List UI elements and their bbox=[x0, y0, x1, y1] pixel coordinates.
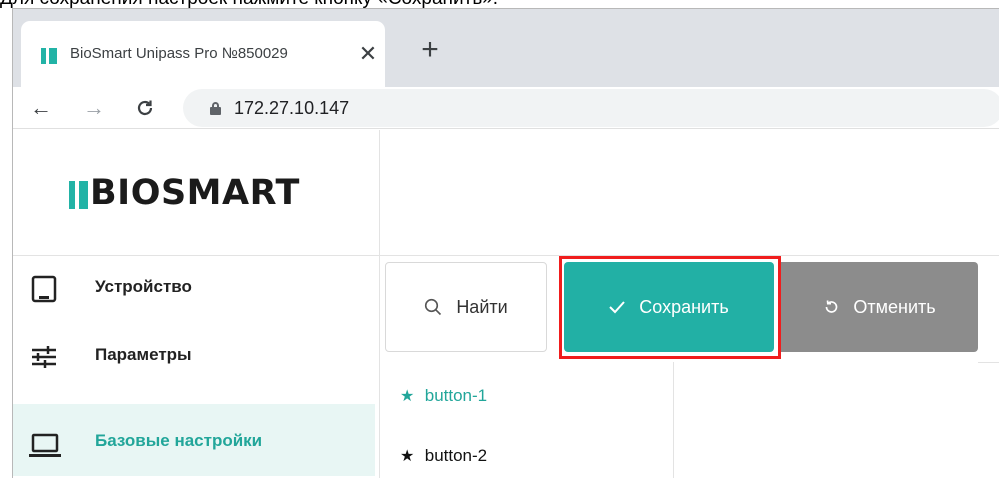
sidebar-item-label: Параметры bbox=[95, 345, 192, 364]
tree-item-label: button-2 bbox=[424, 446, 488, 465]
forward-arrow-icon[interactable]: → bbox=[78, 92, 110, 124]
sidebar-item-device[interactable]: Устройство bbox=[13, 256, 375, 320]
sidebar: BIOSMART Устройство Параметры Базовые на… bbox=[13, 130, 380, 478]
settings-tree: ★ button-1 ★ button-2 bbox=[380, 362, 674, 478]
new-tab-button[interactable]: + bbox=[413, 35, 447, 69]
search-button[interactable]: Найти bbox=[385, 262, 547, 352]
tab-title: BioSmart Unipass Pro №850029 bbox=[70, 45, 288, 62]
sidebar-item-parameters[interactable]: Параметры bbox=[13, 324, 375, 388]
star-icon: ★ bbox=[400, 448, 415, 465]
content-divider bbox=[978, 362, 999, 363]
undo-icon bbox=[823, 299, 839, 315]
sidebar-item-base-settings[interactable]: Базовые настройки bbox=[13, 404, 375, 476]
star-icon: ★ bbox=[400, 388, 415, 405]
biosmart-favicon-icon bbox=[41, 48, 57, 64]
reload-icon[interactable] bbox=[129, 92, 161, 124]
browser-window: BioSmart Unipass Pro №850029 ✕ + ← → 172… bbox=[12, 8, 999, 478]
tablet-icon bbox=[29, 274, 57, 303]
sidebar-item-label: Базовые настройки bbox=[95, 431, 263, 450]
sidebar-item-label: Устройство bbox=[95, 277, 192, 296]
app-page: BIOSMART Устройство Параметры Базовые на… bbox=[13, 130, 999, 478]
browser-toolbar: ← → 172.27.10.147 bbox=[13, 87, 999, 129]
search-button-label: Найти bbox=[456, 296, 508, 317]
tree-item-label: button-1 bbox=[424, 386, 488, 405]
instruction-caption: Для сохранения настроек нажмите кнопку «… bbox=[0, 0, 999, 8]
cancel-button[interactable]: Отменить bbox=[781, 262, 978, 352]
tree-item-button-2[interactable]: ★ button-2 bbox=[400, 446, 487, 466]
browser-tab[interactable]: BioSmart Unipass Pro №850029 ✕ bbox=[21, 21, 385, 87]
lock-icon bbox=[210, 102, 221, 115]
save-button-highlight bbox=[559, 256, 781, 359]
url-text: 172.27.10.147 bbox=[234, 98, 350, 118]
close-tab-icon[interactable]: ✕ bbox=[354, 40, 382, 68]
sliders-icon bbox=[29, 342, 57, 370]
logo-text: BIOSMART bbox=[90, 173, 300, 213]
tab-strip: BioSmart Unipass Pro №850029 ✕ + bbox=[13, 9, 999, 87]
cancel-button-label: Отменить bbox=[853, 296, 936, 317]
back-arrow-icon[interactable]: ← bbox=[25, 92, 57, 124]
tree-item-button-1[interactable]: ★ button-1 bbox=[400, 386, 487, 406]
address-bar[interactable]: 172.27.10.147 bbox=[183, 89, 999, 127]
laptop-icon bbox=[29, 430, 61, 458]
search-icon bbox=[424, 298, 442, 316]
